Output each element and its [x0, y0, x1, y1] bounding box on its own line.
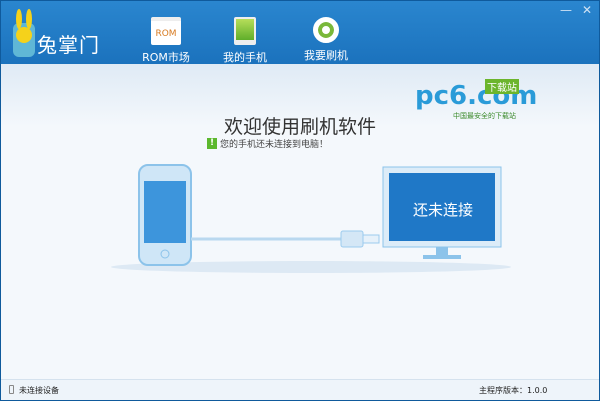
- tablet-icon: [234, 17, 256, 45]
- version-label: 主程序版本：1.0.0: [479, 386, 548, 395]
- close-button[interactable]: ✕: [577, 3, 597, 19]
- phone-icon: [138, 164, 192, 266]
- header: 兔掌门 ROM ROM市场 我的手机 我要刷机 — ✕: [1, 1, 599, 64]
- warning-icon: !: [207, 138, 217, 149]
- minimize-button[interactable]: —: [556, 3, 576, 19]
- tab-my-phone[interactable]: 我的手机: [210, 17, 280, 65]
- device-icon: [9, 385, 14, 394]
- tab-label: ROM市场: [142, 51, 190, 64]
- status-bar: 未连接设备 主程序版本：1.0.0: [1, 379, 599, 400]
- main-panel: pc6.com 下载站 中国最安全的下载站 欢迎使用刷机软件 ! 您的手机还未连…: [1, 64, 599, 379]
- usb-plug-icon: [340, 230, 364, 248]
- app-name: 兔掌门: [37, 33, 100, 57]
- refresh-icon: [313, 17, 339, 43]
- tab-label: 我的手机: [223, 51, 267, 64]
- tab-label: 我要刷机: [304, 49, 348, 62]
- tab-rom-market[interactable]: ROM ROM市场: [131, 17, 201, 65]
- connection-warning: ! 您的手机还未连接到电脑！: [207, 137, 328, 150]
- app-window: 兔掌门 ROM ROM市场 我的手机 我要刷机 — ✕ pc6.com 下载站 …: [0, 0, 600, 401]
- rom-folder-icon: ROM: [151, 17, 181, 45]
- tab-flash[interactable]: 我要刷机: [291, 17, 361, 63]
- page-title: 欢迎使用刷机软件: [223, 116, 376, 138]
- device-status: 未连接设备: [19, 386, 59, 395]
- monitor-status: 还未连接: [412, 201, 473, 219]
- warning-text: 您的手机还未连接到电脑！: [220, 140, 329, 150]
